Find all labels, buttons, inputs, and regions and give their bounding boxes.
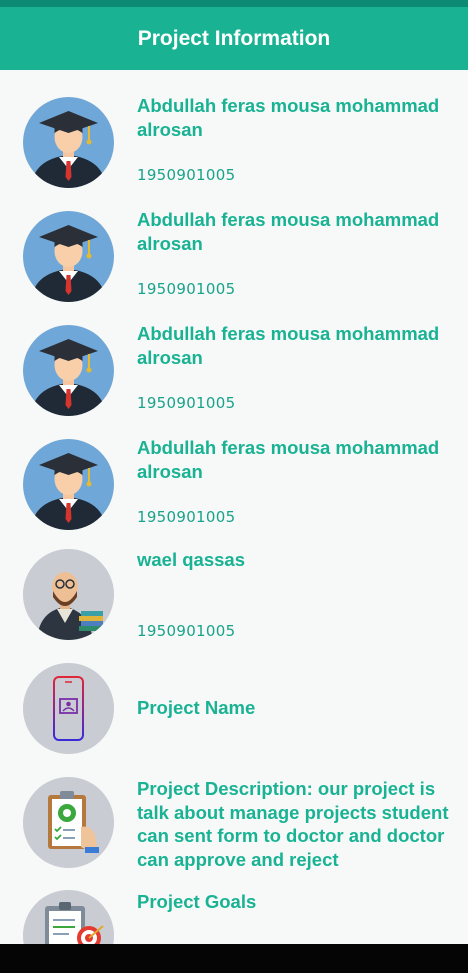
student-id: 1950901005: [137, 280, 236, 298]
clipboard-target-icon: [23, 890, 114, 944]
student-id: 1950901005: [137, 508, 236, 526]
phone-icon: [23, 663, 114, 754]
graduate-avatar-icon: [23, 97, 114, 188]
graduate-avatar-icon: [23, 325, 114, 416]
student-id: 1950901005: [137, 394, 236, 412]
project-goals-label: Project Goals: [137, 891, 257, 912]
status-bar: [0, 0, 468, 7]
project-description: Project Description: our project is talk…: [137, 778, 449, 870]
student-name: Abdullah feras mousa mohammad alrosan: [137, 209, 440, 254]
student-name: Abdullah feras mousa mohammad alrosan: [137, 323, 440, 368]
clipboard-settings-icon: [23, 777, 114, 868]
student-id: 1950901005: [137, 166, 236, 184]
graduate-avatar-icon: [23, 439, 114, 530]
student-name: Abdullah feras mousa mohammad alrosan: [137, 437, 440, 482]
supervisor-name: wael qassas: [137, 549, 245, 570]
project-name-label: Project Name: [137, 697, 256, 718]
supervisor-id: 1950901005: [137, 622, 236, 640]
graduate-avatar-icon: [23, 211, 114, 302]
teacher-avatar-icon: [23, 549, 114, 640]
app-bar: Project Information: [0, 7, 468, 70]
student-name: Abdullah feras mousa mohammad alrosan: [137, 95, 440, 140]
project-info-list[interactable]: Abdullah feras mousa mohammad alrosan 19…: [0, 70, 468, 944]
navigation-bar: [0, 944, 468, 973]
page-title: Project Information: [137, 26, 331, 50]
